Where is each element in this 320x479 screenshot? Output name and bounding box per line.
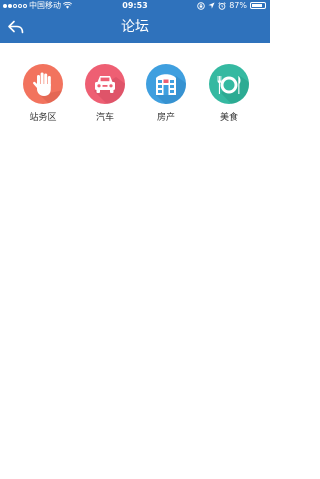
battery-percent: 87%	[229, 1, 247, 10]
back-arrow-icon	[8, 20, 24, 34]
top-bar: 中国移动 09:53 87% 论坛	[0, 0, 270, 43]
category-food[interactable]: 美食	[204, 64, 254, 128]
category-label: 站务区	[29, 113, 57, 123]
screen: 中国移动 09:53 87% 论坛 站务区 汽车 房产 美食	[0, 0, 270, 479]
building-icon	[146, 64, 186, 104]
category-label: 汽车	[95, 113, 114, 123]
back-button[interactable]	[4, 15, 28, 39]
category-cars[interactable]: 汽车	[80, 64, 130, 128]
category-grid: 站务区 汽车 房产 美食	[0, 64, 270, 134]
nav-bar: 论坛	[0, 11, 270, 43]
status-right: 87%	[197, 0, 266, 11]
location-icon	[208, 2, 215, 9]
category-real-estate[interactable]: 房产	[141, 64, 191, 128]
hand-icon	[23, 64, 63, 104]
alarm-icon	[218, 1, 226, 10]
dining-icon	[209, 64, 249, 104]
status-bar: 中国移动 09:53 87%	[0, 0, 270, 11]
orientation-lock-icon	[197, 1, 205, 10]
category-label: 房产	[156, 113, 175, 123]
category-label: 美食	[219, 113, 238, 123]
page-title: 论坛	[121, 19, 149, 35]
battery-icon	[250, 2, 266, 9]
car-icon	[85, 64, 125, 104]
category-zhanwuqu[interactable]: 站务区	[18, 64, 68, 128]
